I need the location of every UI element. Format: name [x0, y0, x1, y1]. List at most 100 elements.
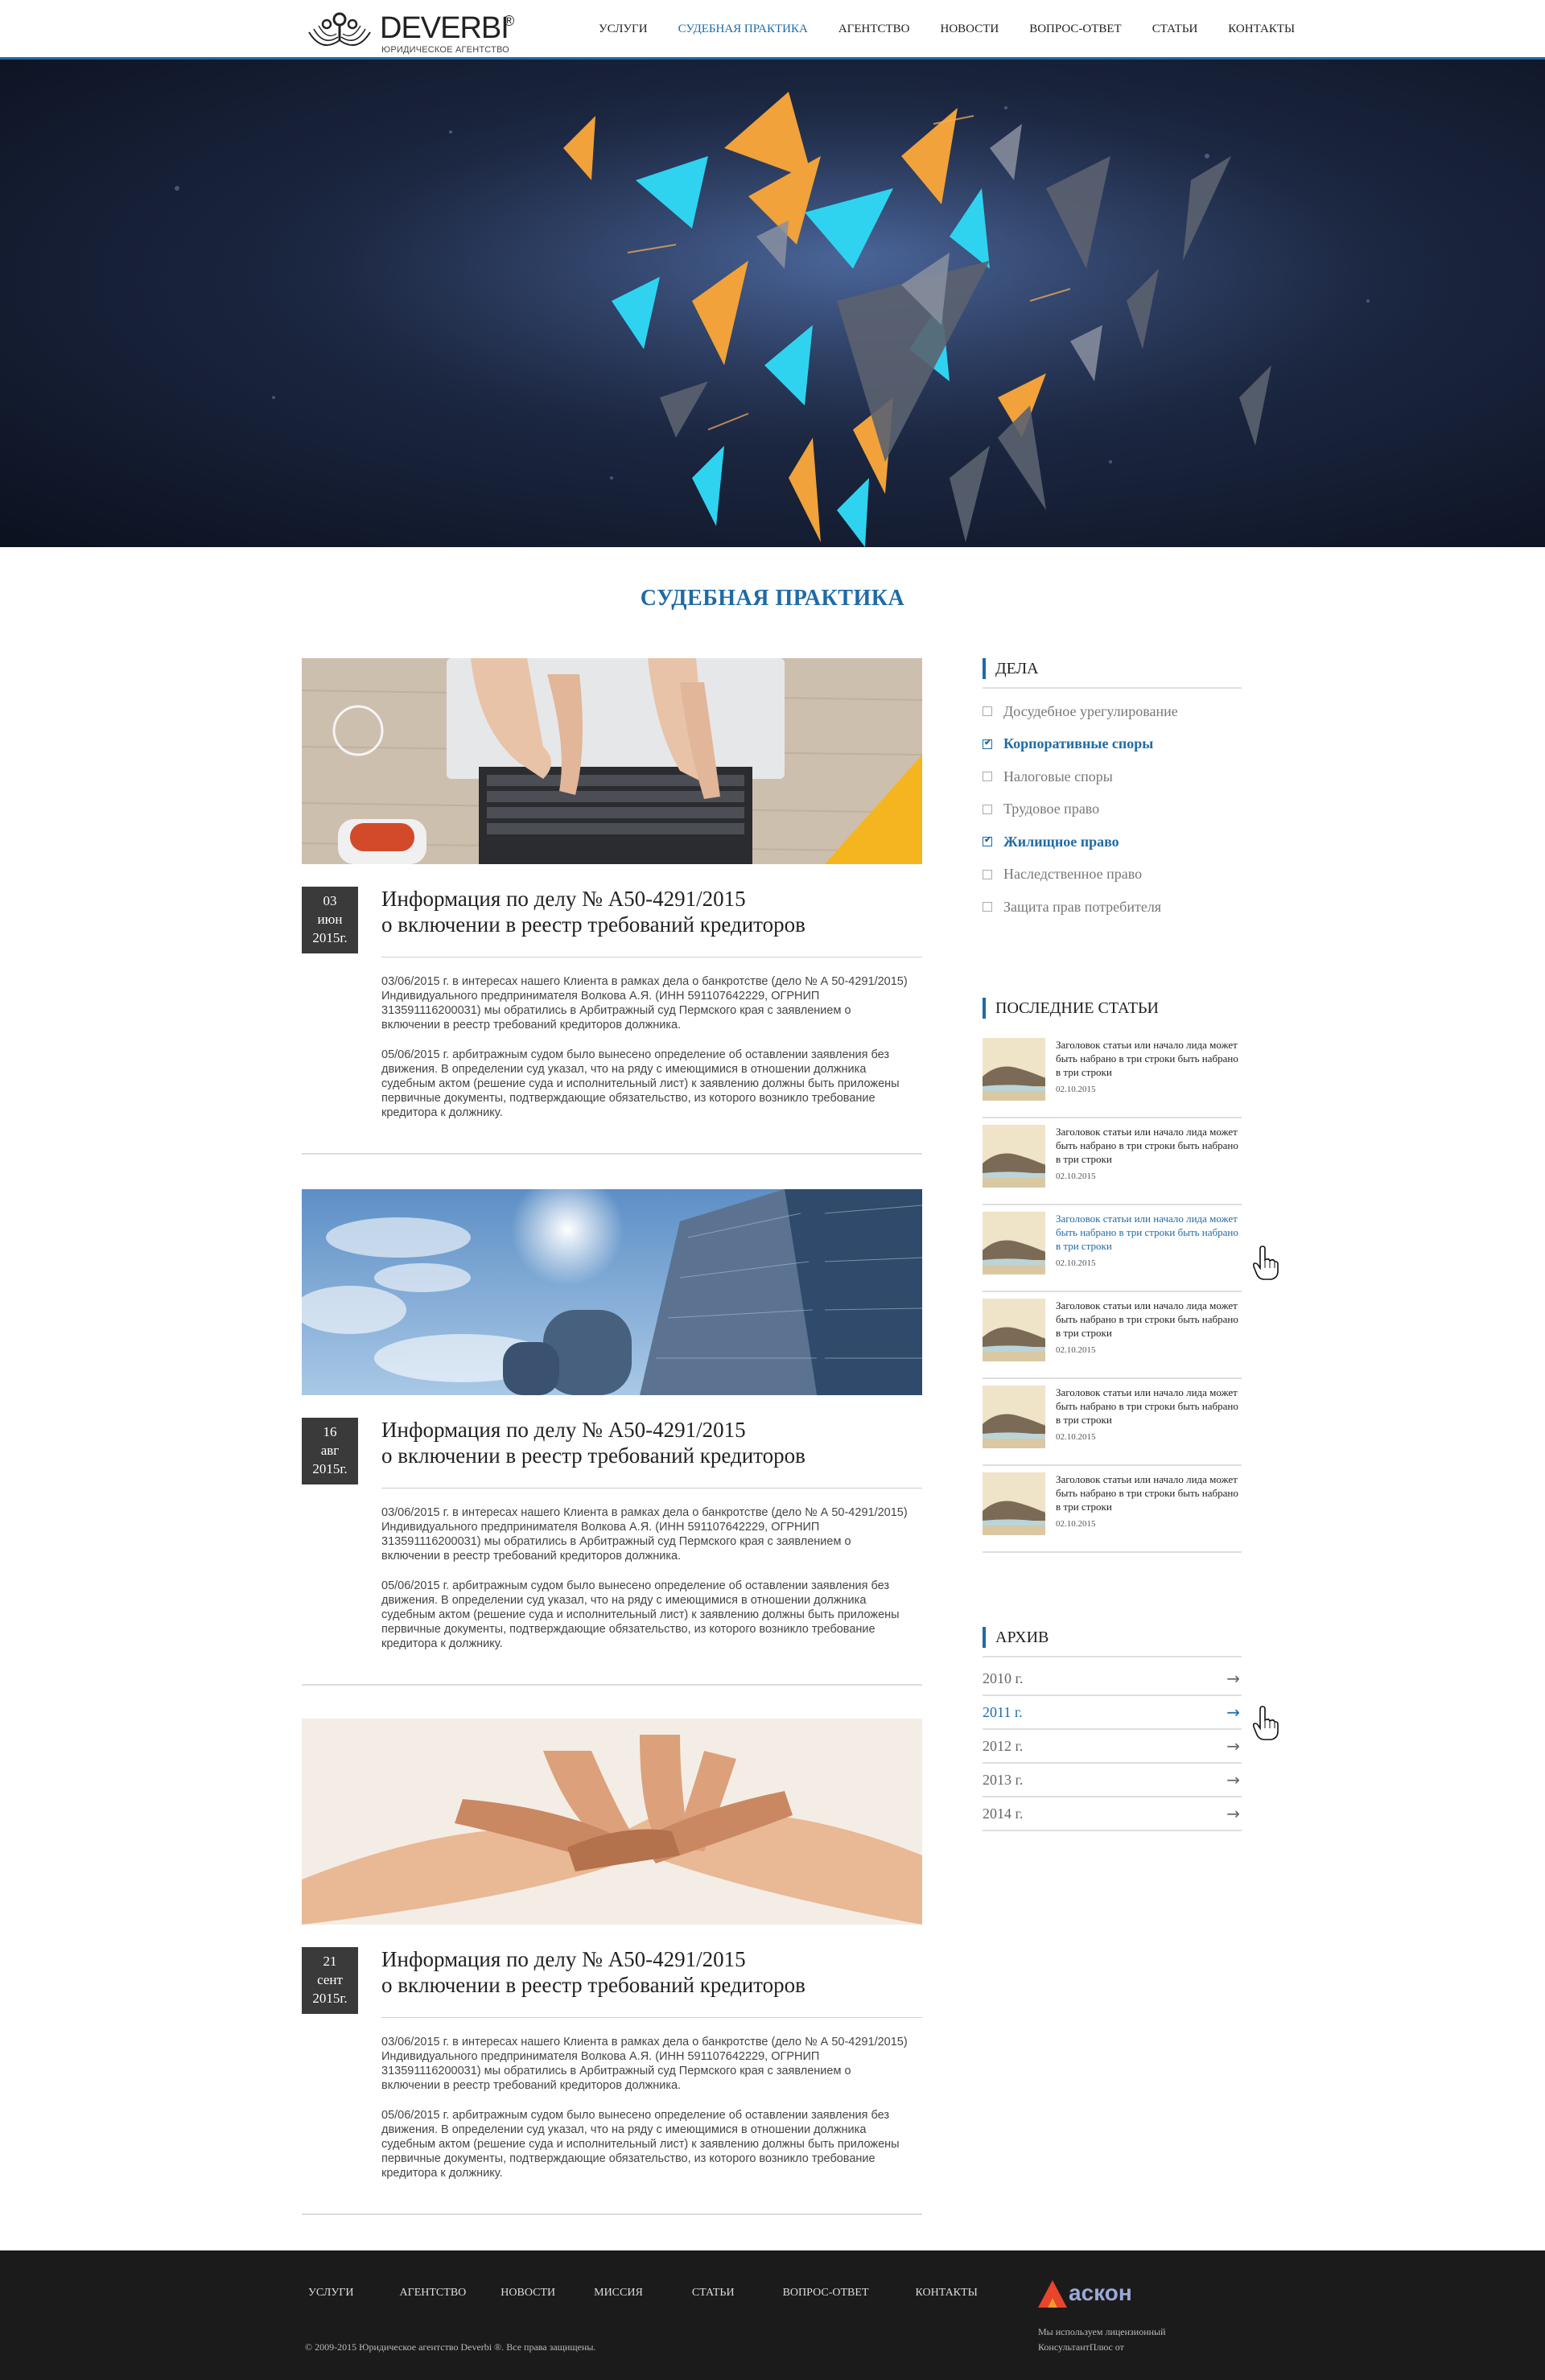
- sidebar-latest-heading: ПОСЛЕДНИЕ СТАТЬИ: [983, 998, 1242, 1019]
- article-title-line1: Информация по делу № А50-4291/2015: [381, 1418, 746, 1442]
- category-item[interactable]: Налоговые споры: [983, 760, 1242, 793]
- article-paragraph: 03/06/2015 г. в интересах нашего Клиента…: [381, 2036, 908, 2092]
- article-paragraph: 05/06/2015 г. арбитражным судом было вын…: [381, 1579, 900, 1650]
- article-image-skyscrapers[interactable]: [302, 1189, 922, 1395]
- article-title[interactable]: Информация по делу № А50-4291/2015 о вкл…: [381, 886, 922, 957]
- beach-thumbnail-image: [983, 1299, 1045, 1361]
- latest-article-title[interactable]: Заголовок статьи или начало лида может б…: [1056, 1212, 1241, 1253]
- archive-year-item[interactable]: 2012 г. →: [983, 1730, 1242, 1764]
- article-title-line2: о включении в реестр требований кредитор…: [381, 1443, 805, 1468]
- footer-nav-mission[interactable]: МИССИЯ: [594, 2287, 643, 2300]
- category-item[interactable]: Досудебное урегулирование: [983, 695, 1242, 728]
- archive-year-item[interactable]: 2013 г. →: [983, 1764, 1242, 1797]
- article-month: сент: [317, 1972, 343, 1987]
- category-label: Защита прав потребителя: [1003, 898, 1162, 915]
- article-thumbnail[interactable]: [983, 1299, 1045, 1361]
- beach-thumbnail-image: [983, 1212, 1045, 1274]
- latest-article-title[interactable]: Заголовок статьи или начало лида может б…: [1056, 1386, 1241, 1427]
- latest-articles-list: Заголовок статьи или начало лида может б…: [983, 1031, 1242, 1553]
- nav-item-articles[interactable]: СТАТЬИ: [1152, 23, 1198, 36]
- category-item[interactable]: Жилищное право: [983, 826, 1242, 859]
- sidebar-heading-divider: [983, 1656, 1242, 1657]
- beach-thumbnail-image: [983, 1038, 1045, 1101]
- category-item[interactable]: Корпоративные споры: [983, 728, 1242, 761]
- category-item[interactable]: Наследственное право: [983, 859, 1242, 891]
- latest-article-item[interactable]: Заголовок статьи или начало лида может б…: [983, 1292, 1242, 1379]
- hero-banner: [0, 60, 1545, 547]
- checkbox-icon[interactable]: [983, 869, 992, 879]
- footer-nav-contacts[interactable]: КОНТАКТЫ: [916, 2287, 978, 2300]
- copyright-text: © 2009-2015 Юридическое агентство Deverb…: [305, 2341, 596, 2353]
- category-item[interactable]: Трудовое право: [983, 793, 1242, 826]
- article-month: июн: [317, 912, 343, 927]
- logo-name: DEVERBI: [380, 11, 509, 45]
- article-title-line1: Информация по делу № А50-4291/2015: [381, 887, 746, 911]
- footer-nav-services[interactable]: УСЛУГИ: [308, 2287, 354, 2300]
- article-image-laptop[interactable]: [302, 658, 922, 864]
- latest-article-title[interactable]: Заголовок статьи или начало лида может б…: [1056, 1038, 1241, 1079]
- nav-item-agency[interactable]: АГЕНТСТВО: [838, 23, 910, 36]
- article-thumbnail[interactable]: [983, 1038, 1045, 1101]
- logo-subtitle: ЮРИДИЧЕСКОЕ АГЕНТСТВО: [381, 45, 509, 55]
- article-title[interactable]: Информация по делу № А50-4291/2015 о вкл…: [381, 1946, 922, 2018]
- category-label: Налоговые споры: [1003, 768, 1113, 784]
- nav-item-faq[interactable]: ВОПРОС-ОТВЕТ: [1029, 23, 1122, 36]
- article-title-line1: Информация по делу № А50-4291/2015: [381, 1947, 746, 1971]
- article-divider: [302, 2213, 922, 2215]
- article-paragraph: 03/06/2015 г. в интересах нашего Клиента…: [381, 1506, 908, 1563]
- latest-article-date: 02.10.2015: [1056, 1258, 1096, 1268]
- sidebar-heading-divider: [983, 687, 1242, 689]
- hand-pointer-cursor-icon: [1252, 1246, 1279, 1280]
- latest-article-item[interactable]: Заголовок статьи или начало лида может б…: [983, 1466, 1242, 1553]
- article-title[interactable]: Информация по делу № А50-4291/2015 о вкл…: [381, 1417, 922, 1489]
- sidebar-cases: ДЕЛА Досудебное урегулирование Корпорати…: [983, 658, 1242, 924]
- archive-year-item[interactable]: 2010 г. →: [983, 1662, 1242, 1696]
- latest-article-date: 02.10.2015: [1056, 1085, 1096, 1094]
- archive-year-list: 2010 г. → 2011 г. → 2012 г. → 2013 г. → 2014…: [983, 1662, 1242, 1831]
- checkbox-icon[interactable]: [983, 706, 992, 717]
- article-body: 03/06/2015 г. в интересах нашего Клиента…: [381, 2035, 913, 2196]
- latest-article-title[interactable]: Заголовок статьи или начало лида может б…: [1056, 1125, 1241, 1166]
- site-header: DEVERBI ® ЮРИДИЧЕСКОЕ АГЕНТСТВО УСЛУГИ С…: [0, 0, 1545, 60]
- latest-article-item[interactable]: Заголовок статьи или начало лида может б…: [983, 1031, 1242, 1118]
- latest-article-title[interactable]: Заголовок статьи или начало лида может б…: [1056, 1299, 1241, 1340]
- archive-year-item[interactable]: 2011 г. →: [983, 1696, 1242, 1730]
- latest-article-item[interactable]: Заголовок статьи или начало лида может б…: [983, 1379, 1242, 1466]
- footer-nav-agency[interactable]: АГЕНТСТВО: [400, 2287, 467, 2300]
- latest-article-date: 02.10.2015: [1056, 1171, 1096, 1181]
- latest-article-title[interactable]: Заголовок статьи или начало лида может б…: [1056, 1472, 1241, 1513]
- latest-article-item[interactable]: Заголовок статьи или начало лида может б…: [983, 1205, 1242, 1292]
- checkbox-checked-icon[interactable]: [983, 834, 992, 847]
- nav-item-services[interactable]: УСЛУГИ: [599, 23, 648, 36]
- latest-article-item[interactable]: Заголовок статьи или начало лида может б…: [983, 1118, 1242, 1205]
- beach-thumbnail-image: [983, 1386, 1045, 1448]
- article-image-hands[interactable]: [302, 1719, 922, 1925]
- sidebar-archive: АРХИВ 2010 г. → 2011 г. → 2012 г. → 2013 г.…: [983, 1627, 1242, 1831]
- partner-logo-ascon[interactable]: аскон: [1035, 2277, 1139, 2312]
- article-thumbnail[interactable]: [983, 1386, 1045, 1448]
- checkbox-icon[interactable]: [983, 902, 992, 912]
- archive-year-item[interactable]: 2014 г. →: [983, 1797, 1242, 1831]
- checkbox-icon[interactable]: [983, 804, 992, 814]
- checkbox-icon[interactable]: [983, 772, 992, 782]
- nav-item-court-practice[interactable]: СУДЕБНАЯ ПРАКТИКА: [678, 23, 808, 36]
- latest-article-date: 02.10.2015: [1056, 1345, 1096, 1355]
- nav-item-news[interactable]: НОВОСТИ: [941, 23, 999, 36]
- arrow-right-icon: →: [1226, 1703, 1240, 1722]
- logo-emblem-icon: [308, 12, 371, 47]
- archive-year-label: 2012 г.: [983, 1738, 1024, 1754]
- article-thumbnail[interactable]: [983, 1212, 1045, 1274]
- site-logo[interactable]: DEVERBI ® ЮРИДИЧЕСКОЕ АГЕНТСТВО: [306, 8, 523, 55]
- footer-nav-news[interactable]: НОВОСТИ: [501, 2287, 555, 2300]
- category-item[interactable]: Защита прав потребителя: [983, 891, 1242, 924]
- article-paragraph: 05/06/2015 г. арбитражным судом было вын…: [381, 1048, 900, 1119]
- category-label: Трудовое право: [1003, 801, 1100, 817]
- category-label: Досудебное урегулирование: [1003, 702, 1178, 719]
- footer-nav-articles[interactable]: СТАТЬИ: [692, 2287, 735, 2300]
- footer-nav-faq[interactable]: ВОПРОС-ОТВЕТ: [783, 2287, 869, 2300]
- archive-year-label: 2010 г.: [983, 1670, 1024, 1686]
- article-thumbnail[interactable]: [983, 1472, 1045, 1535]
- nav-item-contacts[interactable]: КОНТАКТЫ: [1228, 23, 1295, 36]
- article-thumbnail[interactable]: [983, 1125, 1045, 1188]
- checkbox-checked-icon[interactable]: [983, 737, 992, 749]
